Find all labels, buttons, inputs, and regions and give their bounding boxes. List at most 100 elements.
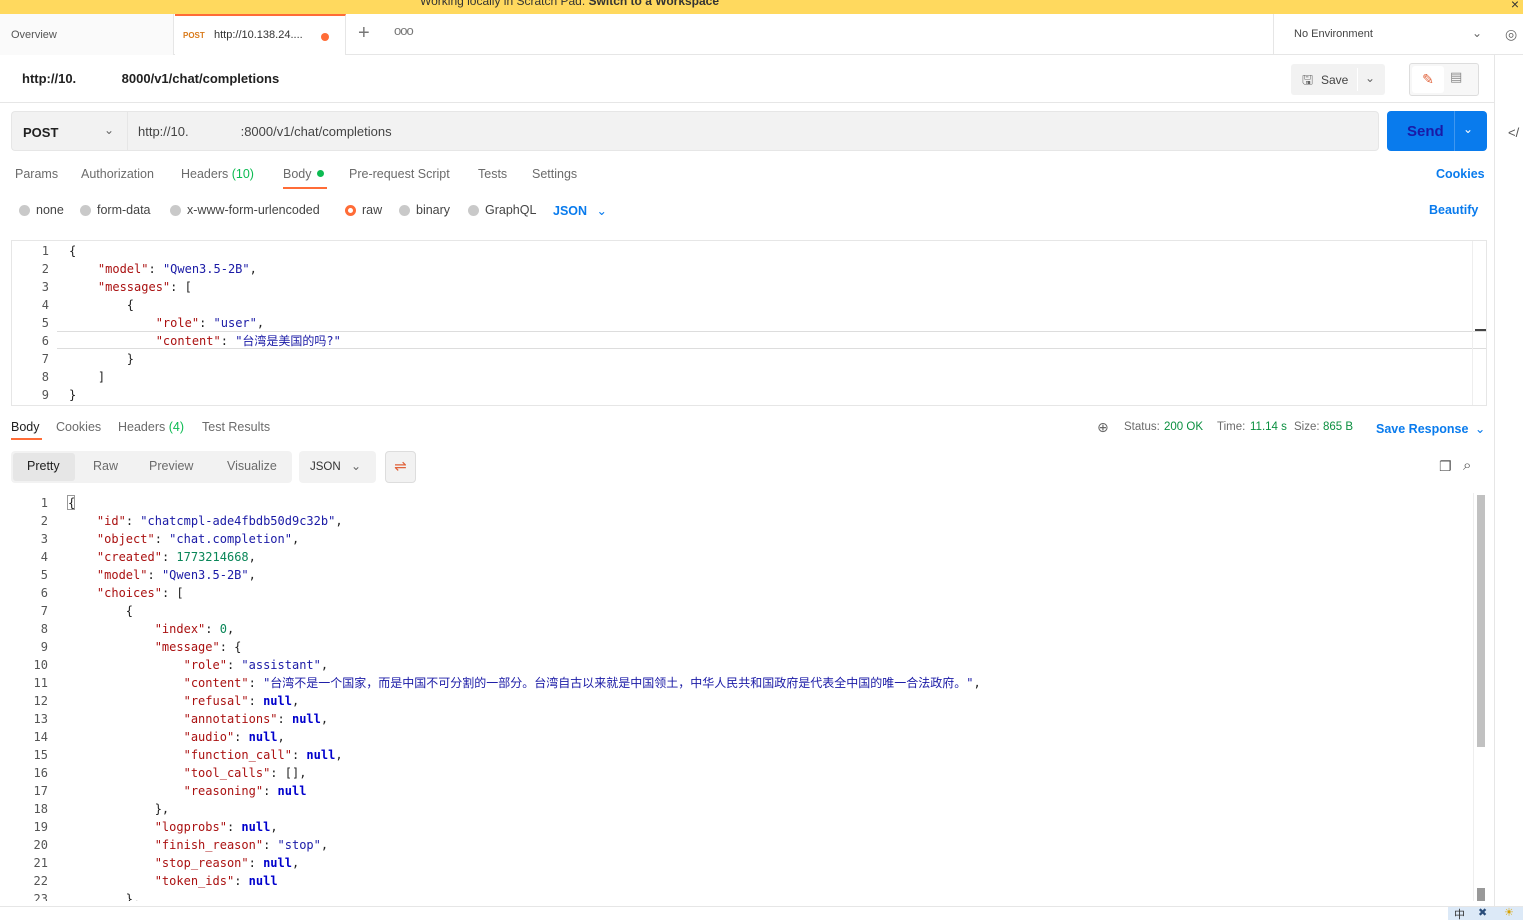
save-icon: 🖫 xyxy=(1302,72,1314,87)
scrollbar[interactable] xyxy=(1472,241,1486,405)
scratchpad-banner: Working locally in Scratch Pad. Switch t… xyxy=(0,0,1523,14)
ime-indicator[interactable]: 中 xyxy=(1454,906,1465,922)
radio-graphql[interactable]: GraphQL xyxy=(468,203,536,217)
code-text: "refusal": null, xyxy=(183,694,300,708)
view-visualize[interactable]: Visualize xyxy=(227,459,277,473)
view-raw[interactable]: Raw xyxy=(93,459,118,473)
tab-params[interactable]: Params xyxy=(15,167,58,181)
line-number: 13 xyxy=(33,712,48,726)
new-tab-button[interactable]: + xyxy=(358,23,370,43)
code-line: 1{ xyxy=(12,242,1486,260)
request-body-editor[interactable]: 1{2 "model": "Qwen3.5-2B", 3 "messages": … xyxy=(11,240,1487,406)
active-dot-icon xyxy=(316,170,324,177)
code-line: 6 "choices": [ xyxy=(11,584,1487,602)
resp-tab-headers[interactable]: Headers (4) xyxy=(118,420,184,434)
code-text: "content": "台湾不是一个国家，而是中国不可分割的一部分。台湾自古以来… xyxy=(183,676,981,690)
radio-none[interactable]: none xyxy=(19,203,64,217)
send-options-chevron-icon[interactable]: ⌄ xyxy=(1463,122,1473,136)
view-preview[interactable]: Preview xyxy=(149,459,193,473)
url-input[interactable]: http://10. :8000/v1/chat/completions xyxy=(127,111,1379,151)
more-tabs-button[interactable]: ooo xyxy=(394,23,414,38)
code-text: "model": "Qwen3.5-2B", xyxy=(97,262,257,276)
line-number: 16 xyxy=(33,766,48,780)
tab-settings[interactable]: Settings xyxy=(532,167,577,181)
code-line: 23 }, xyxy=(11,890,1487,901)
code-line: 18 }, xyxy=(11,800,1487,818)
line-number: 9 xyxy=(41,388,49,402)
close-icon[interactable]: × xyxy=(1511,0,1519,12)
cookies-link[interactable]: Cookies xyxy=(1436,167,1485,181)
code-line: 9} xyxy=(12,386,1486,404)
response-view-tabs: Pretty Raw Preview Visualize xyxy=(11,451,292,483)
save-options-chevron-icon[interactable]: ⌄ xyxy=(1365,71,1375,85)
unsaved-dot-icon xyxy=(321,33,329,41)
wrap-lines-icon[interactable]: ⇌ xyxy=(385,451,416,483)
pencil-icon[interactable]: ✎ xyxy=(1412,66,1444,93)
code-line: 12 "refusal": null, xyxy=(11,692,1487,710)
line-number: 15 xyxy=(33,748,48,762)
code-text: "index": 0, xyxy=(154,622,235,636)
code-line: 7 } xyxy=(12,350,1486,368)
code-line: 19 "logprobs": null, xyxy=(11,818,1487,836)
time-value[interactable]: 11.14 s xyxy=(1250,421,1287,433)
radio-binary[interactable]: binary xyxy=(399,203,450,217)
tab-authorization[interactable]: Authorization xyxy=(81,167,154,181)
code-text: "choices": [ xyxy=(96,586,184,600)
scrollbar[interactable] xyxy=(1473,493,1487,901)
line-number: 5 xyxy=(40,568,48,582)
resp-tab-test-results[interactable]: Test Results xyxy=(202,420,270,434)
code-text: "messages": [ xyxy=(97,280,192,294)
code-text: "reasoning": null xyxy=(183,784,307,798)
response-format-select[interactable]: JSON ⌄ xyxy=(299,451,376,483)
response-body-viewer[interactable]: 1{2 "id": "chatcmpl-ade4fbdb50d9c32b", 3 … xyxy=(11,493,1487,901)
tab-overview[interactable]: Overview xyxy=(0,14,174,55)
environment-select[interactable]: No Environment ⌄ xyxy=(1273,14,1494,55)
size-value[interactable]: 865 B xyxy=(1323,421,1353,433)
beautify-button[interactable]: Beautify xyxy=(1429,203,1478,217)
code-text: "function_call": null, xyxy=(183,748,343,762)
resp-tab-cookies[interactable]: Cookies xyxy=(56,420,101,434)
send-button[interactable]: Send ⌄ xyxy=(1387,111,1487,151)
radio-form-data[interactable]: form-data xyxy=(80,203,151,217)
save-response-button[interactable]: Save Response ⌄ xyxy=(1376,421,1485,436)
code-line: 2 "id": "chatcmpl-ade4fbdb50d9c32b", xyxy=(11,512,1487,530)
line-number: 8 xyxy=(41,370,49,384)
method-select[interactable]: POST ⌄ xyxy=(11,111,127,151)
copy-icon[interactable]: ❐ xyxy=(1439,458,1452,475)
resp-tab-body[interactable]: Body xyxy=(11,420,40,434)
tab-request[interactable]: POST http://10.138.24.... xyxy=(175,14,346,55)
code-line: 17 "reasoning": null xyxy=(11,782,1487,800)
code-text: "finish_reason": "stop", xyxy=(154,838,329,852)
line-number: 1 xyxy=(41,244,49,258)
code-text: { xyxy=(69,244,77,258)
line-number: 4 xyxy=(41,298,49,312)
search-icon[interactable]: ⌕ xyxy=(1463,457,1471,474)
tab-prerequest-script[interactable]: Pre-request Script xyxy=(349,167,450,181)
save-button[interactable]: Save xyxy=(1321,73,1348,87)
raw-format-select[interactable]: JSON ⌄ xyxy=(553,203,607,218)
tab-body[interactable]: Body xyxy=(283,167,324,181)
globe-icon[interactable]: ⊕ xyxy=(1097,419,1109,436)
code-line: 4 "created": 1773214668, xyxy=(11,548,1487,566)
line-number: 19 xyxy=(33,820,48,834)
tab-headers[interactable]: Headers (10) xyxy=(181,167,254,181)
sun-icon[interactable]: ☀ xyxy=(1504,906,1514,919)
code-snippet-icon[interactable]: </ xyxy=(1508,125,1519,140)
radio-urlencoded[interactable]: x-www-form-urlencoded xyxy=(170,203,320,217)
tool-icon[interactable]: ✖ xyxy=(1478,906,1487,919)
mode-toggle: ✎ ▤ xyxy=(1409,63,1479,96)
tab-tests[interactable]: Tests xyxy=(478,167,507,181)
switch-workspace-link[interactable]: Switch to a Workspace xyxy=(589,0,719,8)
eye-icon[interactable]: ◎ xyxy=(1505,26,1517,43)
code-line: 16 "tool_calls": [], xyxy=(11,764,1487,782)
code-text: "tool_calls": [], xyxy=(183,766,307,780)
code-text: }, xyxy=(68,802,170,816)
code-line: 15 "function_call": null, xyxy=(11,746,1487,764)
status-badge[interactable]: 200 OK xyxy=(1164,421,1203,433)
radio-raw[interactable]: raw xyxy=(345,203,382,217)
code-line: 8 "index": 0, xyxy=(11,620,1487,638)
view-pretty[interactable]: Pretty xyxy=(27,459,60,473)
line-number: 17 xyxy=(33,784,48,798)
page-title: http://10. 8000/v1/chat/completions xyxy=(22,71,280,86)
documentation-icon[interactable]: ▤ xyxy=(1450,69,1462,85)
